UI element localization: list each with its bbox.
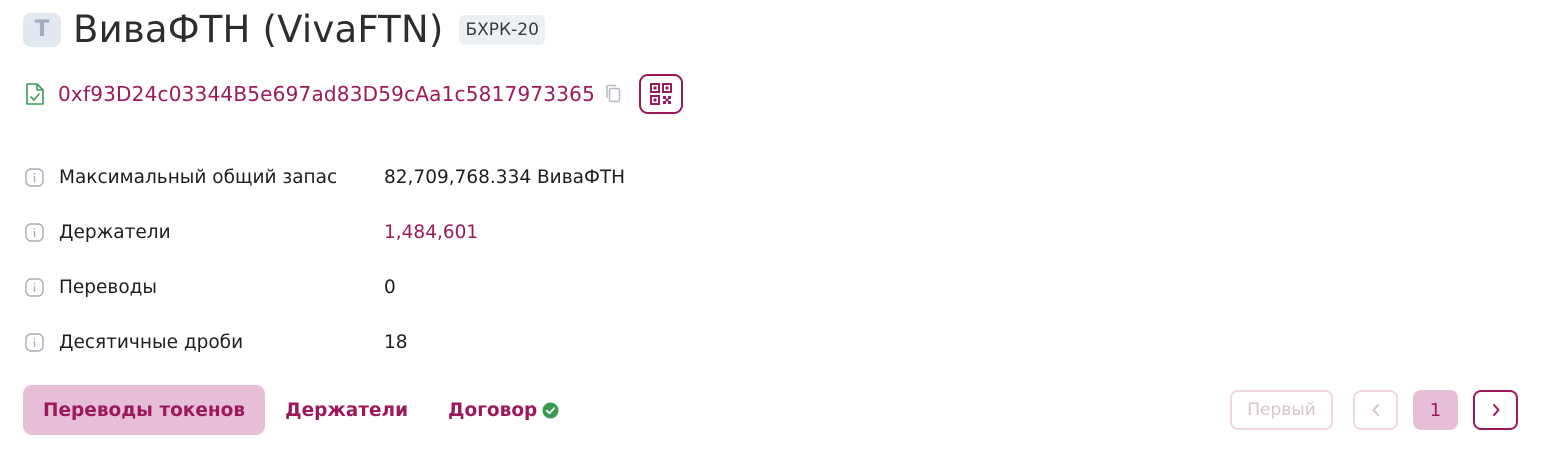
qr-code-icon	[650, 83, 672, 105]
file-check-icon	[24, 81, 46, 107]
qr-code-button[interactable]	[639, 74, 683, 114]
tab-bar: Переводы токенов Держатели Договор	[23, 385, 579, 435]
detail-value: 82,709,768.334 ВиваФТН	[384, 167, 626, 188]
verified-check-icon	[542, 402, 559, 419]
tab-holders[interactable]: Держатели	[265, 385, 428, 435]
contract-address-link[interactable]: 0xf93D24c03344B5e697ad83D59cAa1c58179733…	[58, 82, 595, 106]
info-icon[interactable]	[25, 223, 44, 242]
token-standard-badge: БХРК-20	[459, 14, 545, 45]
holders-count-link[interactable]: 1,484,601	[384, 222, 478, 243]
detail-value: 0	[384, 277, 396, 298]
detail-row-transfers: Переводы 0	[25, 260, 625, 315]
token-header: T ВиваФТН (VivaFTN) БХРК-20	[23, 8, 545, 51]
token-avatar: T	[23, 12, 61, 47]
chevron-left-icon	[1372, 404, 1379, 416]
first-page-button[interactable]: Первый	[1230, 390, 1333, 430]
tab-contract-label: Договор	[448, 399, 538, 421]
token-details: Максимальный общий запас 82,709,768.334 …	[25, 150, 625, 370]
prev-page-button[interactable]	[1353, 390, 1398, 430]
detail-row-holders: Держатели 1,484,601	[25, 205, 625, 260]
page-title: ВиваФТН (VivaFTN)	[73, 8, 444, 51]
info-icon[interactable]	[25, 278, 44, 297]
pagination: Первый 1	[1230, 390, 1518, 430]
current-page-indicator: 1	[1413, 390, 1458, 430]
detail-label: Максимальный общий запас	[59, 167, 338, 188]
detail-row-max-supply: Максимальный общий запас 82,709,768.334 …	[25, 150, 625, 205]
detail-label: Держатели	[59, 222, 171, 243]
contract-address-row: 0xf93D24c03344B5e697ad83D59cAa1c58179733…	[24, 74, 683, 114]
info-icon[interactable]	[25, 168, 44, 187]
tab-contract[interactable]: Договор	[428, 385, 579, 435]
detail-label: Десятичные дроби	[59, 332, 244, 353]
chevron-right-icon	[1492, 404, 1499, 416]
info-icon[interactable]	[25, 333, 44, 352]
detail-value: 18	[384, 332, 408, 353]
detail-row-decimals: Десятичные дроби 18	[25, 315, 625, 370]
tab-token-transfers[interactable]: Переводы токенов	[23, 385, 266, 435]
detail-label: Переводы	[59, 277, 158, 298]
copy-icon[interactable]	[605, 84, 621, 104]
next-page-button[interactable]	[1473, 390, 1518, 430]
